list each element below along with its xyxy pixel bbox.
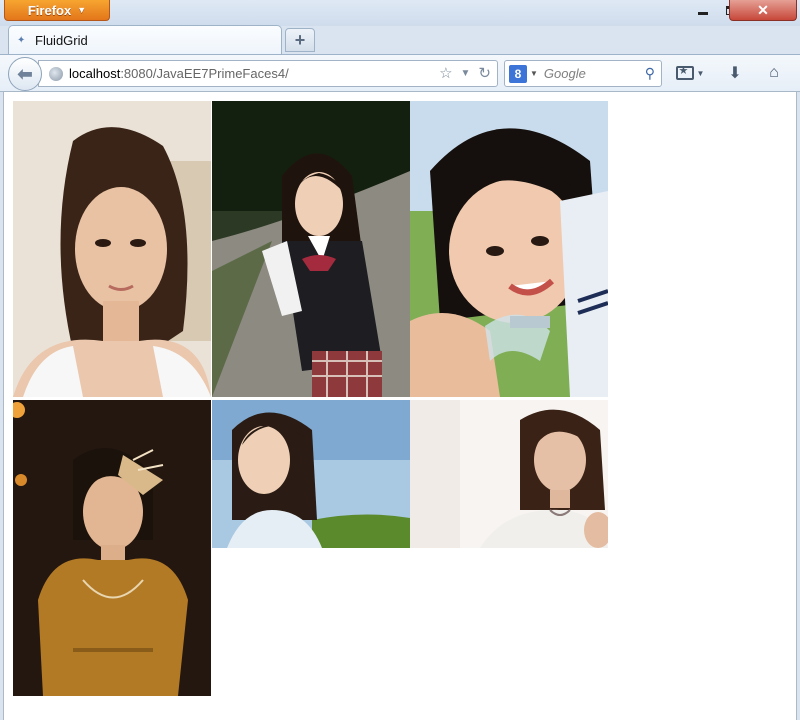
address-bar[interactable]: localhost:8080/JavaEE7PrimeFaces4/ ☆ ▼ ↻	[38, 60, 498, 87]
minimize-icon	[698, 12, 708, 15]
gallery-image-3	[410, 101, 608, 397]
back-arrow-icon: ⬅	[17, 63, 33, 84]
bookmarks-icon	[675, 64, 694, 80]
close-icon: ✕	[757, 1, 769, 18]
gallery-image-4	[13, 400, 211, 696]
tab-fluidgrid[interactable]: ✦ FluidGrid	[8, 25, 282, 55]
search-bar[interactable]: 8 ▼ Google ⚲	[504, 60, 662, 87]
firefox-menu-button[interactable]: Firefox ▼	[4, 0, 110, 21]
back-button[interactable]: ⬅	[8, 57, 42, 91]
chevron-down-icon[interactable]: ▼	[530, 69, 538, 78]
search-input[interactable]: Google	[544, 66, 645, 81]
globe-icon	[49, 66, 63, 81]
gallery-image-5	[212, 400, 410, 548]
url-path: :8080/JavaEE7PrimeFaces4/	[120, 66, 289, 81]
history-dropdown-icon[interactable]: ▼	[461, 68, 471, 79]
download-arrow-icon: ⬇	[728, 65, 742, 82]
gallery-image-2	[212, 101, 410, 397]
search-engine-icon[interactable]: 8	[509, 64, 527, 83]
gallery-image-1	[13, 101, 211, 397]
navigation-toolbar: localhost:8080/JavaEE7PrimeFaces4/ ☆ ▼ ↻…	[0, 54, 800, 92]
chevron-down-icon: ▼	[696, 68, 705, 78]
tab-strip: ✦ FluidGrid +	[0, 22, 800, 55]
search-icon[interactable]: ⚲	[645, 65, 655, 82]
plus-icon: +	[294, 29, 306, 50]
bookmark-star-icon[interactable]: ☆	[439, 64, 452, 82]
url-host: localhost	[69, 66, 121, 81]
bookmarks-button[interactable]: ▼	[672, 61, 708, 85]
page-content	[3, 92, 797, 720]
firefox-menu-label: Firefox	[27, 2, 72, 18]
gallery-image-6	[410, 400, 608, 548]
page-favicon-icon: ✦	[17, 34, 26, 46]
minimize-button[interactable]	[688, 0, 718, 21]
home-button[interactable]: ⌂	[760, 61, 788, 85]
downloads-button[interactable]: ⬇	[722, 61, 748, 85]
close-window-button[interactable]: ✕	[729, 0, 797, 21]
chevron-down-icon: ▼	[77, 5, 87, 15]
new-tab-button[interactable]: +	[285, 28, 315, 52]
reload-icon[interactable]: ↻	[478, 64, 491, 82]
tab-title: FluidGrid	[35, 33, 88, 48]
home-icon: ⌂	[769, 64, 779, 81]
